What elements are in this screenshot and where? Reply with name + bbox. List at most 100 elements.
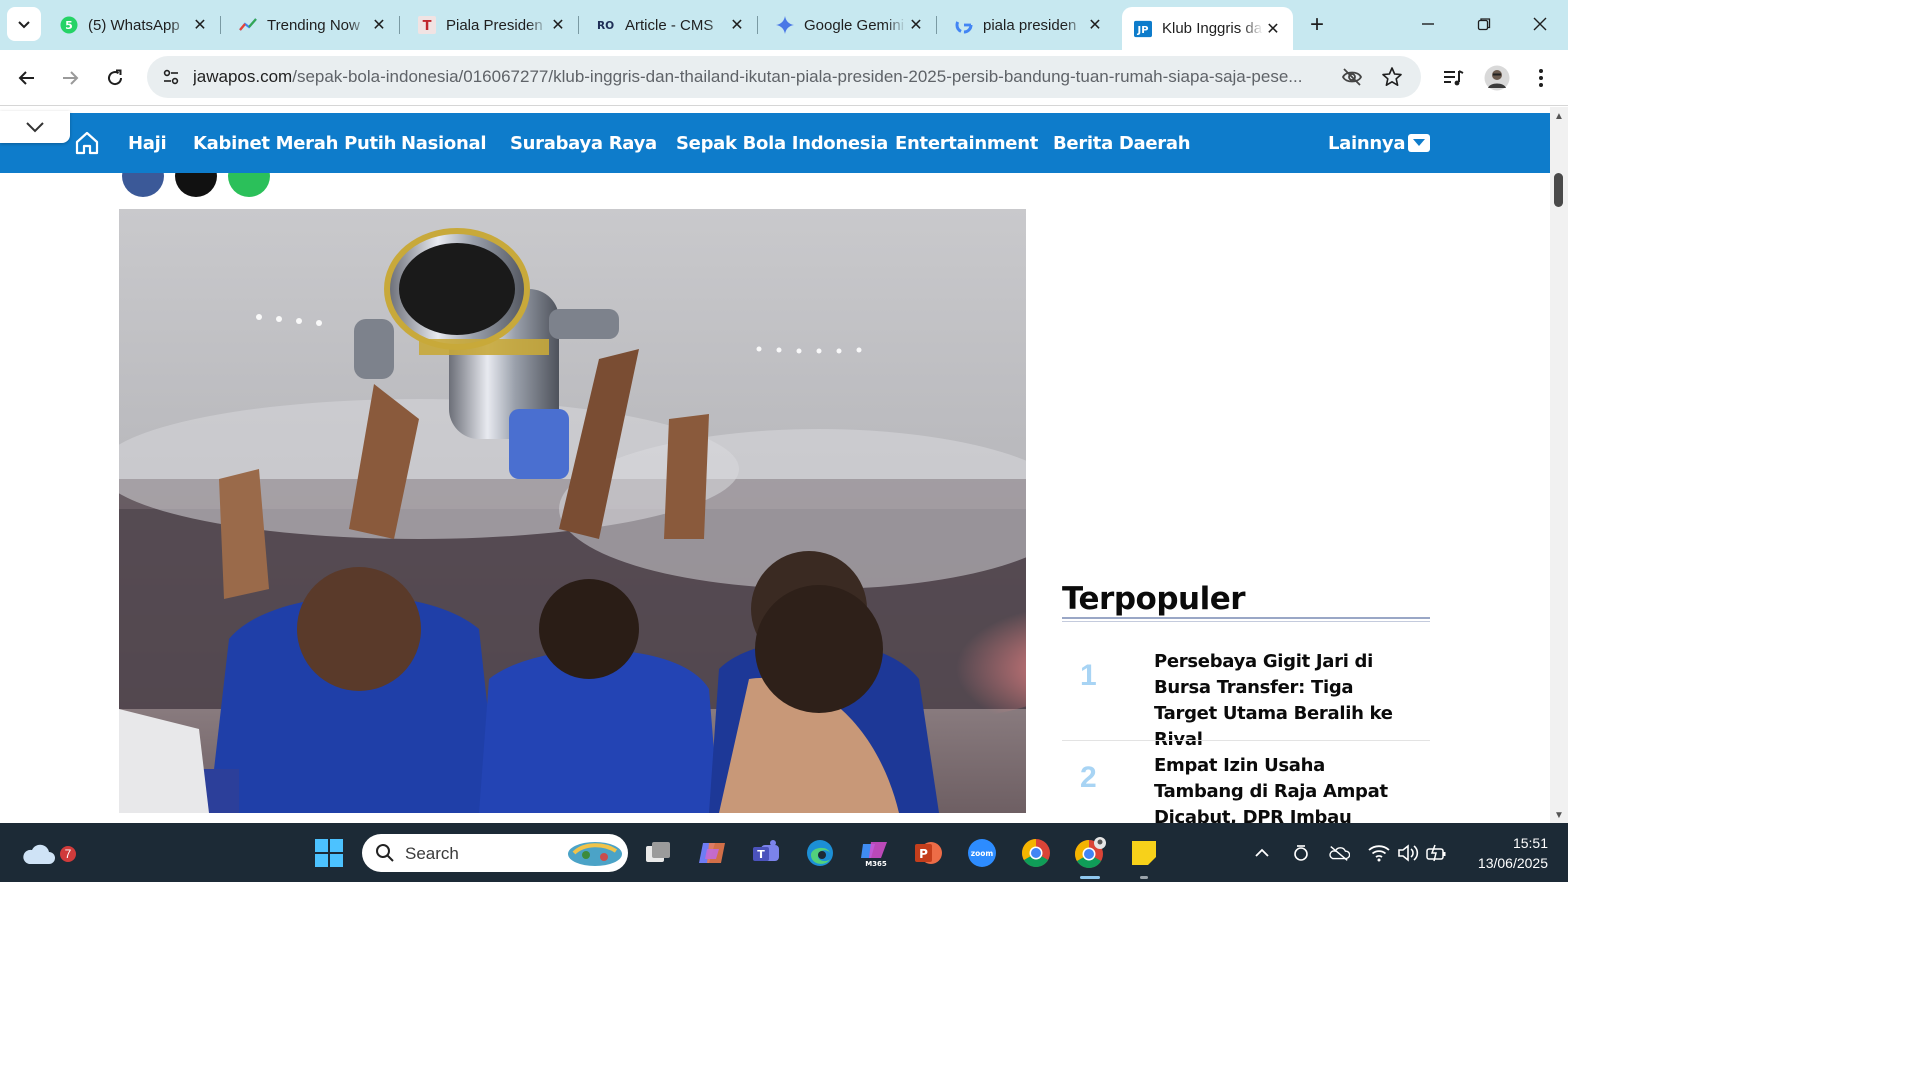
chrome-profile-icon[interactable] [1072, 835, 1108, 871]
tab-gemini[interactable]: Google Gemini ✕ [764, 7, 937, 43]
sync-icon[interactable] [1290, 842, 1312, 864]
collapse-toggle-button[interactable] [0, 111, 70, 143]
tab-title: Article - CMS [625, 16, 714, 34]
close-tab-icon[interactable]: ✕ [369, 15, 389, 35]
windows-logo-icon [315, 839, 343, 867]
copilot-icon[interactable] [694, 835, 730, 871]
zoom-icon[interactable]: zoom [964, 835, 1000, 871]
close-tab-icon[interactable]: ✕ [906, 15, 926, 35]
svg-text:JP: JP [1137, 25, 1149, 36]
chevron-up-icon[interactable] [1251, 842, 1273, 864]
popular-item[interactable]: 2 Empat Izin Usaha Tambang di Raja Ampat… [1062, 751, 1430, 823]
svg-text:T: T [423, 19, 432, 34]
taskbar-search-box[interactable]: Search [362, 834, 628, 872]
tab-title: piala presiden [983, 16, 1077, 34]
section-divider [1062, 621, 1430, 622]
nav-item-kabinet-merah-putih[interactable]: Kabinet Merah Putih [193, 133, 396, 154]
popular-rank: 2 [1080, 761, 1097, 794]
svg-text:5: 5 [65, 19, 73, 32]
minimize-icon [1422, 23, 1434, 25]
task-view-icon[interactable] [640, 835, 676, 871]
profile-avatar[interactable] [1483, 64, 1511, 92]
start-button[interactable] [311, 835, 347, 871]
search-icon [376, 844, 394, 862]
weather-badge: 7 [58, 844, 78, 864]
nav-item-entertainment[interactable]: Entertainment [895, 133, 1038, 154]
home-icon[interactable] [74, 130, 100, 156]
nav-item-berita-daerah[interactable]: Berita Daerah [1053, 133, 1191, 154]
close-tab-icon[interactable]: ✕ [1085, 15, 1105, 35]
close-tab-icon[interactable]: ✕ [190, 15, 210, 35]
site-navigation-bar: Haji Kabinet Merah Putih Nasional Suraba… [0, 113, 1550, 173]
google-icon [955, 16, 973, 34]
popular-headline[interactable]: Persebaya Gigit Jari di Bursa Transfer: … [1154, 649, 1416, 753]
tab-title: Google Gemini [804, 16, 905, 34]
site-info-icon[interactable] [157, 63, 185, 91]
t-logo-icon: T [418, 16, 436, 34]
edge-icon[interactable] [802, 835, 838, 871]
scroll-up-icon[interactable]: ▲ [1554, 111, 1564, 122]
tab-whatsapp[interactable]: 5 (5) WhatsApp ✕ [48, 7, 221, 43]
nav-item-sepak-bola-indonesia[interactable]: Sepak Bola Indonesia [676, 133, 888, 154]
search-label: Search [405, 844, 459, 863]
chevron-down-icon [26, 122, 44, 133]
new-tab-button[interactable]: + [1302, 10, 1332, 40]
wifi-icon[interactable] [1368, 842, 1390, 864]
tab-article-cms[interactable]: RO Article - CMS ✕ [585, 7, 758, 43]
system-clock[interactable]: 15:51 13/06/2025 [1462, 833, 1548, 873]
url-path: /sepak-bola-indonesia/016067277/klub-ing… [292, 67, 1303, 86]
restore-button[interactable] [1456, 0, 1512, 48]
nav-item-haji[interactable]: Haji [128, 133, 167, 154]
forward-button[interactable] [52, 60, 88, 96]
onedrive-icon[interactable] [1328, 842, 1350, 864]
microsoft-365-icon[interactable]: M365 [856, 835, 892, 871]
address-bar[interactable]: jawapos.com/sepak-bola-indonesia/0160672… [147, 56, 1421, 98]
tab-jawapos-active[interactable]: JP Klub Inggris dan Thailand ✕ [1122, 7, 1293, 50]
more-menu-icon[interactable] [1527, 64, 1555, 92]
section-divider [1062, 617, 1430, 619]
svg-text:zoom: zoom [971, 849, 994, 858]
popular-headline[interactable]: Empat Izin Usaha Tambang di Raja Ampat D… [1154, 753, 1416, 823]
svg-text:M365: M365 [865, 860, 887, 868]
close-window-button[interactable] [1512, 0, 1568, 48]
popular-section-title: Terpopuler [1062, 581, 1246, 617]
back-button[interactable] [9, 60, 45, 96]
weather-widget[interactable]: 7 [20, 835, 78, 871]
windows-taskbar: 7 Search T M365 P zoom 15:51 13/06/2025 [0, 823, 1568, 882]
popular-item[interactable]: 1 Persebaya Gigit Jari di Bursa Transfer… [1062, 647, 1430, 750]
svg-text:P: P [919, 847, 928, 861]
tab-trending[interactable]: Trending Now ✕ [227, 7, 400, 43]
app-running-indicator [1140, 876, 1148, 879]
close-tab-icon[interactable]: ✕ [1263, 19, 1283, 39]
minimize-button[interactable] [1400, 0, 1456, 48]
close-tab-icon[interactable]: ✕ [727, 15, 747, 35]
url-text[interactable]: jawapos.com/sepak-bola-indonesia/0160672… [193, 67, 1333, 87]
media-control-icon[interactable] [1439, 64, 1467, 92]
chrome-icon[interactable] [1018, 835, 1054, 871]
reload-button[interactable] [97, 60, 133, 96]
page-scrollbar[interactable]: ▲ ▼ [1550, 107, 1568, 823]
bookmark-star-icon[interactable] [1380, 65, 1404, 89]
search-highlight-icon [568, 842, 622, 866]
caret-down-icon[interactable] [1408, 134, 1430, 152]
close-tab-icon[interactable]: ✕ [548, 15, 568, 35]
close-icon [1533, 17, 1547, 31]
nav-item-surabaya-raya[interactable]: Surabaya Raya [510, 133, 657, 154]
chevron-down-icon [18, 21, 30, 29]
battery-icon[interactable] [1426, 842, 1448, 864]
scroll-down-icon[interactable]: ▼ [1554, 810, 1564, 821]
arrow-right-icon [63, 71, 79, 85]
tab-google-search[interactable]: piala presiden ✕ [943, 7, 1115, 43]
arrow-left-icon [18, 71, 34, 85]
nav-item-nasional[interactable]: Nasional [401, 133, 487, 154]
powerpoint-icon[interactable]: P [910, 835, 946, 871]
sticky-notes-icon[interactable] [1126, 835, 1162, 871]
eye-off-icon[interactable] [1340, 65, 1364, 89]
nav-item-lainnya[interactable]: Lainnya [1328, 133, 1406, 154]
teams-icon[interactable]: T [748, 835, 784, 871]
trends-icon [239, 16, 257, 34]
tab-search-button[interactable] [7, 7, 41, 41]
volume-icon[interactable] [1397, 842, 1419, 864]
tab-piala-presiden[interactable]: T Piala Presiden ✕ [406, 7, 579, 43]
scroll-thumb[interactable] [1554, 173, 1563, 207]
